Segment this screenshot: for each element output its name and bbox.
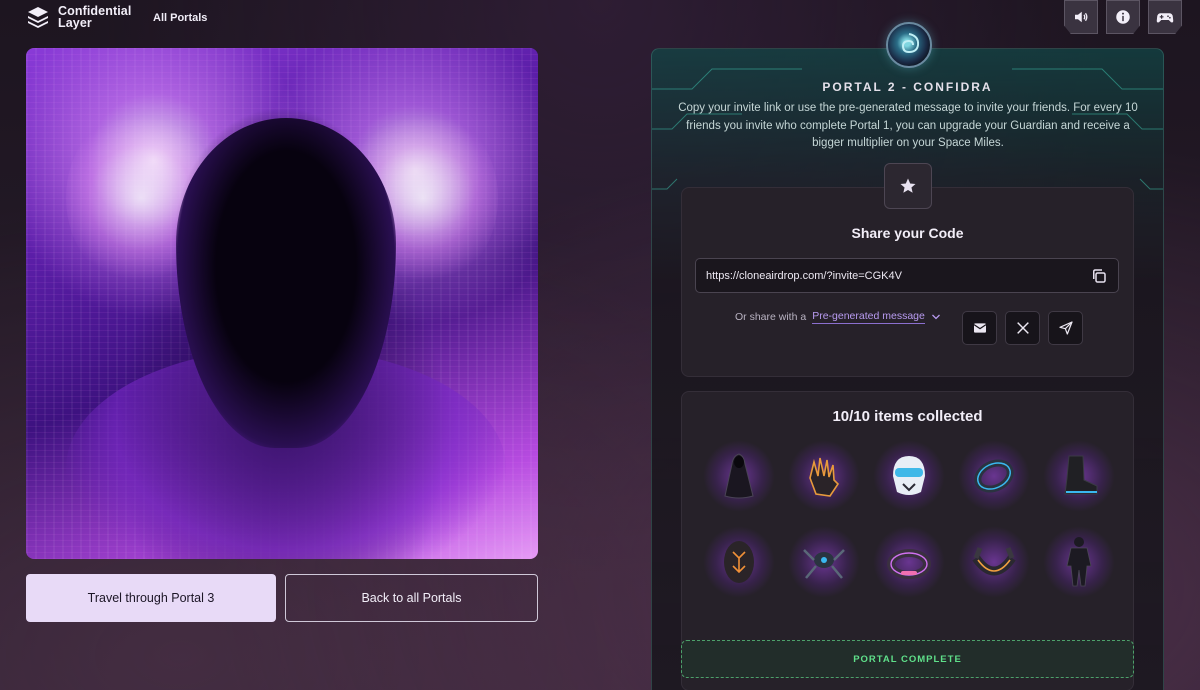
share-telegram-button[interactable] bbox=[1048, 311, 1083, 345]
mail-icon bbox=[973, 323, 986, 333]
send-icon bbox=[1058, 321, 1073, 335]
speaker-icon bbox=[1075, 11, 1088, 23]
item-collar bbox=[957, 526, 1030, 598]
suit-icon bbox=[1066, 537, 1092, 587]
layers-logo-icon bbox=[28, 7, 48, 28]
share-code-title: Share your Code bbox=[851, 225, 964, 241]
header-buttons bbox=[1064, 0, 1182, 34]
x-logo-icon bbox=[1016, 322, 1029, 334]
share-email-button[interactable] bbox=[962, 311, 997, 345]
swirl-emblem-icon bbox=[901, 33, 920, 54]
ring-icon bbox=[974, 459, 1014, 493]
item-gauntlet bbox=[788, 440, 861, 512]
guardian-artwork bbox=[26, 48, 538, 559]
item-helmet bbox=[872, 440, 945, 512]
items-grid bbox=[697, 440, 1121, 598]
portal-description: Copy your invite link or use the pre-gen… bbox=[678, 102, 1138, 149]
nav-all-portals[interactable]: All Portals bbox=[153, 12, 207, 24]
share-options-row: Or share with a Pre-generated message bbox=[735, 310, 942, 324]
item-bracelet bbox=[872, 526, 945, 598]
copy-icon[interactable] bbox=[1090, 267, 1108, 285]
collar-icon bbox=[972, 547, 1016, 576]
gamepad-icon bbox=[1156, 13, 1174, 23]
info-icon bbox=[1116, 10, 1130, 24]
star-icon bbox=[900, 178, 916, 193]
item-cloak bbox=[703, 440, 776, 512]
logo[interactable]: Confidential Layer bbox=[26, 5, 131, 29]
portal-emblem bbox=[886, 22, 932, 68]
items-collected-title: 10/10 items collected bbox=[832, 408, 983, 425]
cloak-icon bbox=[724, 453, 754, 499]
portal-title: PORTAL 2 - CONFIDRA bbox=[822, 80, 993, 94]
logo-text: Confidential Layer bbox=[58, 5, 131, 30]
portal-complete-badge: PORTAL COMPLETE bbox=[681, 640, 1134, 678]
item-drone bbox=[788, 526, 861, 598]
sound-button[interactable] bbox=[1064, 0, 1098, 34]
gauntlet-icon bbox=[809, 457, 840, 497]
invite-link-input[interactable] bbox=[706, 269, 1090, 282]
logo-line2: Layer bbox=[58, 16, 92, 30]
item-boot bbox=[1042, 440, 1115, 512]
chevron-down-icon[interactable] bbox=[930, 311, 942, 323]
item-ring bbox=[957, 440, 1030, 512]
back-to-portals-button[interactable]: Back to all Portals bbox=[285, 574, 538, 622]
helmet-icon bbox=[892, 456, 925, 495]
item-suit bbox=[1042, 526, 1115, 598]
boot-icon bbox=[1064, 455, 1098, 495]
item-shield bbox=[703, 526, 776, 598]
star-badge bbox=[884, 163, 932, 209]
shield-icon bbox=[724, 541, 755, 583]
share-buttons bbox=[962, 311, 1083, 345]
invite-link-field bbox=[695, 258, 1119, 293]
info-button[interactable] bbox=[1106, 0, 1140, 34]
share-with-label: Or share with a bbox=[735, 311, 807, 323]
pregen-message-dropdown[interactable]: Pre-generated message bbox=[812, 310, 925, 324]
travel-portal-button[interactable]: Travel through Portal 3 bbox=[26, 574, 276, 622]
gamepad-button[interactable] bbox=[1148, 0, 1182, 34]
drone-icon bbox=[803, 549, 846, 579]
share-x-button[interactable] bbox=[1005, 311, 1040, 345]
bracelet-icon bbox=[886, 549, 931, 579]
